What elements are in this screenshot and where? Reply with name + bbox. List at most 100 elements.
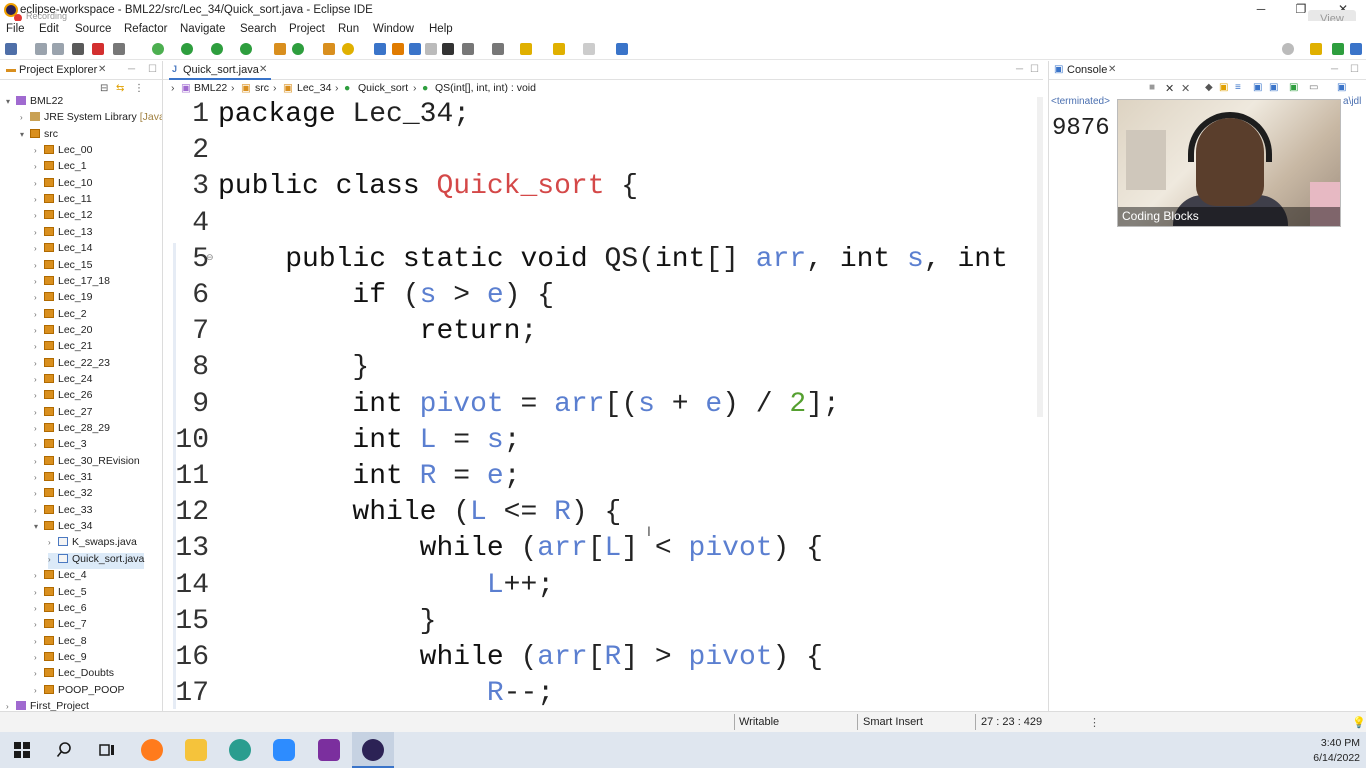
close-tab-icon[interactable]: ✕ xyxy=(259,64,267,75)
menu-window[interactable]: Window xyxy=(373,23,414,35)
tree-item-lec-19[interactable]: › Lec_19 xyxy=(34,291,92,307)
tree-item-first-project[interactable]: › First_Project xyxy=(6,700,89,711)
chevron-right-icon[interactable]: › xyxy=(34,277,44,286)
stop-icon[interactable] xyxy=(92,43,104,55)
debug-perspective-icon[interactable] xyxy=(1350,43,1362,55)
minimize-button[interactable]: ─ xyxy=(1252,2,1270,18)
tree-item-lec-15[interactable]: › Lec_15 xyxy=(34,259,92,275)
chevron-right-icon[interactable]: › xyxy=(6,702,16,711)
forward-icon[interactable] xyxy=(583,43,595,55)
chevron-right-icon[interactable]: › xyxy=(34,653,44,662)
block-select-icon[interactable] xyxy=(425,43,437,55)
chevron-down-icon[interactable]: ▾ xyxy=(6,97,16,106)
chevron-right-icon[interactable]: › xyxy=(34,588,44,597)
close-icon[interactable]: ✕ xyxy=(98,64,106,75)
tree-item-lec-13[interactable]: › Lec_13 xyxy=(34,226,92,242)
tree-item-lec-34[interactable]: ▾ Lec_34 xyxy=(34,520,92,536)
minimize-panel-icon[interactable]: ─ xyxy=(1331,64,1338,75)
file-explorer-icon[interactable] xyxy=(185,739,207,761)
tree-item-lec-7[interactable]: › Lec_7 xyxy=(34,618,87,634)
console-tab-label[interactable]: Console xyxy=(1067,64,1107,76)
tip-icon[interactable]: 💡 xyxy=(1352,716,1366,729)
previous-annotation-icon[interactable] xyxy=(492,43,504,55)
breadcrumb-src[interactable]: src xyxy=(255,82,269,94)
tree-item-src[interactable]: ▾ src xyxy=(20,128,58,144)
save-all-icon[interactable] xyxy=(52,43,64,55)
terminate-icon[interactable]: ■ xyxy=(1149,82,1155,93)
tree-item-lec-3[interactable]: › Lec_3 xyxy=(34,438,87,454)
chevron-right-icon[interactable]: › xyxy=(34,293,44,302)
chevron-right-icon[interactable]: › xyxy=(34,228,44,237)
word-wrap-icon[interactable] xyxy=(409,43,421,55)
firefox-icon[interactable] xyxy=(141,739,163,761)
chevron-right-icon[interactable]: › xyxy=(34,620,44,629)
menu-refactor[interactable]: Refactor xyxy=(124,23,167,35)
chevron-right-icon[interactable]: › xyxy=(34,391,44,400)
coverage-icon[interactable] xyxy=(211,43,223,55)
scroll-lock-icon[interactable]: ▣ xyxy=(1219,82,1228,93)
back-icon[interactable] xyxy=(553,43,565,55)
editor-scrollbar[interactable] xyxy=(1037,97,1043,417)
tree-item-lec-6[interactable]: › Lec_6 xyxy=(34,602,87,618)
pin-console-icon[interactable]: ▣ xyxy=(1289,82,1298,93)
tree-item-lec-32[interactable]: › Lec_32 xyxy=(34,487,92,503)
run-icon[interactable] xyxy=(181,43,193,55)
tree-item-lec-11[interactable]: › Lec_11 xyxy=(34,193,92,209)
chevron-down-icon[interactable]: ▾ xyxy=(34,522,44,531)
show-whitespace-icon[interactable] xyxy=(442,43,454,55)
last-edit-icon[interactable] xyxy=(520,43,532,55)
tree-item-lec-5[interactable]: › Lec_5 xyxy=(34,586,87,602)
edge-icon[interactable] xyxy=(229,739,251,761)
maximize-editor-icon[interactable]: ☐ xyxy=(1030,64,1039,75)
chevron-right-icon[interactable]: › xyxy=(34,211,44,220)
java-perspective-icon[interactable] xyxy=(1332,43,1344,55)
tree-item-lec-20[interactable]: › Lec_20 xyxy=(34,324,92,340)
tree-item-lec-26[interactable]: › Lec_26 xyxy=(34,389,92,405)
open-console-icon[interactable]: ▣ xyxy=(1337,82,1346,93)
search-icon[interactable] xyxy=(54,739,76,761)
tree-item-quick-sort-java[interactable]: › Quick_sort.java xyxy=(48,552,145,569)
skip-breakpoints-icon[interactable] xyxy=(113,43,125,55)
debug-icon[interactable] xyxy=(152,43,164,55)
tree-item-lec-8[interactable]: › Lec_8 xyxy=(34,635,87,651)
windows-start-icon[interactable] xyxy=(11,739,33,761)
chevron-right-icon[interactable]: › xyxy=(34,669,44,678)
link-editor-icon[interactable]: ⇆ xyxy=(116,83,124,94)
tree-item-lec-24[interactable]: › Lec_24 xyxy=(34,373,92,389)
pin-editor-icon[interactable] xyxy=(616,43,628,55)
breadcrumb-package[interactable]: Lec_34 xyxy=(297,82,331,94)
menu-search[interactable]: Search xyxy=(240,23,276,35)
tree-item-lec-4[interactable]: › Lec_4 xyxy=(34,569,87,585)
breadcrumb-class[interactable]: Quick_sort xyxy=(358,82,408,94)
tree-item-lec-27[interactable]: › Lec_27 xyxy=(34,406,92,422)
new-package-icon[interactable] xyxy=(274,43,286,55)
tree-item-lec-17-18[interactable]: › Lec_17_18 xyxy=(34,275,110,291)
highlight-icon[interactable] xyxy=(392,43,404,55)
new-class-icon[interactable] xyxy=(292,43,304,55)
chevron-right-icon[interactable]: › xyxy=(34,195,44,204)
chevron-right-icon[interactable]: › xyxy=(34,424,44,433)
chevron-right-icon[interactable]: › xyxy=(34,457,44,466)
chevron-right-icon[interactable]: › xyxy=(34,637,44,646)
tree-item-lec-33[interactable]: › Lec_33 xyxy=(34,504,92,520)
chevron-right-icon[interactable]: › xyxy=(34,179,44,188)
chevron-right-icon[interactable]: › xyxy=(34,261,44,270)
close-icon[interactable]: ✕ xyxy=(1108,64,1116,75)
chevron-right-icon[interactable]: › xyxy=(48,538,58,547)
chevron-right-icon[interactable]: › xyxy=(34,359,44,368)
word-wrap-icon[interactable]: ≡ xyxy=(1235,82,1241,93)
onenote-icon[interactable] xyxy=(318,739,340,761)
chevron-right-icon[interactable]: › xyxy=(34,310,44,319)
tree-item-lec-31[interactable]: › Lec_31 xyxy=(34,471,92,487)
clear-console-icon[interactable]: ◆ xyxy=(1205,82,1213,93)
chevron-right-icon[interactable]: › xyxy=(34,162,44,171)
chevron-right-icon[interactable]: › xyxy=(34,686,44,695)
menu-help[interactable]: Help xyxy=(429,23,453,35)
menu-project[interactable]: Project xyxy=(289,23,325,35)
tree-item-bml22[interactable]: ▾ BML22 xyxy=(6,95,63,111)
chevron-right-icon[interactable]: › xyxy=(34,244,44,253)
chevron-right-icon[interactable]: › xyxy=(34,489,44,498)
tree-item-lec-22-23[interactable]: › Lec_22_23 xyxy=(34,357,110,373)
tree-item-poop-poop[interactable]: › POOP_POOP xyxy=(34,684,125,700)
code-editor[interactable]: ⊖ 1 package Lec_34; 2 3 public class Quick_s… xyxy=(163,97,1037,710)
